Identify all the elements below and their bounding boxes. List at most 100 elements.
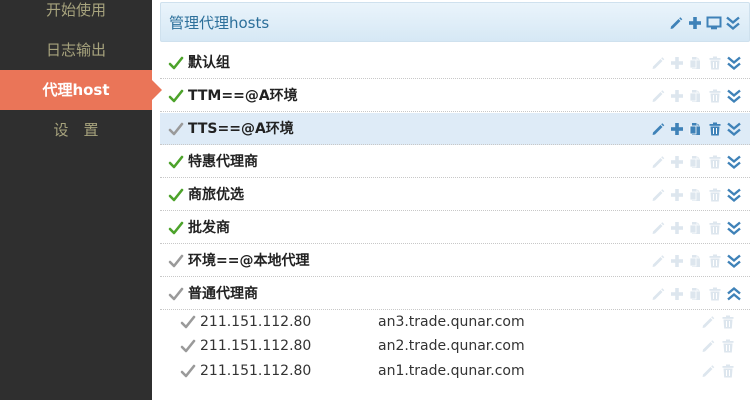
host-toolbar (700, 314, 736, 330)
plus-icon[interactable] (669, 220, 685, 236)
plus-icon[interactable] (687, 15, 703, 31)
header-toolbar (668, 15, 741, 31)
chevron-double-up-icon[interactable] (726, 286, 742, 302)
chevron-double-down-icon[interactable] (726, 88, 742, 104)
copy-icon[interactable] (688, 88, 704, 104)
trash-icon[interactable] (707, 220, 723, 236)
host-group-row[interactable]: 环境==@本地代理 (160, 245, 750, 277)
check-icon[interactable] (168, 220, 184, 236)
chevron-double-down-icon[interactable] (725, 15, 741, 31)
copy-icon[interactable] (688, 253, 704, 269)
pencil-icon[interactable] (650, 286, 666, 302)
trash-icon[interactable] (707, 88, 723, 104)
host-group-row[interactable]: 批发商 (160, 212, 750, 244)
trash-icon[interactable] (707, 286, 723, 302)
pencil-icon[interactable] (650, 88, 666, 104)
sidebar-item-log[interactable]: 日志输出 (0, 30, 152, 70)
host-entry-row[interactable]: 211.151.112.80 an3.trade.qunar.com (160, 310, 750, 334)
trash-icon[interactable] (720, 363, 736, 379)
check-icon[interactable] (168, 286, 184, 302)
chevron-double-down-icon[interactable] (726, 253, 742, 269)
pencil-icon[interactable] (650, 220, 666, 236)
trash-icon[interactable] (720, 338, 736, 354)
trash-icon[interactable] (707, 253, 723, 269)
plus-icon[interactable] (669, 253, 685, 269)
copy-icon[interactable] (688, 187, 704, 203)
group-toolbar (650, 88, 742, 104)
chevron-double-down-icon[interactable] (726, 220, 742, 236)
check-icon[interactable] (168, 55, 184, 71)
main-panel: 管理代理hosts 默认组 TTM==@A环境 TTS==@A环境 特惠代理商商旅优选… (160, 0, 750, 400)
check-icon[interactable] (168, 187, 184, 203)
copy-icon[interactable] (688, 121, 704, 137)
host-group-row[interactable]: TTM==@A环境 (160, 80, 750, 112)
group-name: TTS==@A环境 (188, 121, 294, 137)
pencil-icon[interactable] (700, 363, 716, 379)
group-toolbar (650, 220, 742, 236)
check-icon[interactable] (168, 253, 184, 269)
monitor-icon[interactable] (706, 15, 722, 31)
check-icon[interactable] (168, 88, 184, 104)
group-toolbar (650, 286, 742, 302)
host-group-row[interactable]: 普通代理商 (160, 278, 750, 310)
pencil-icon[interactable] (650, 121, 666, 137)
group-toolbar (650, 253, 742, 269)
pencil-icon[interactable] (700, 338, 716, 354)
host-domain: an3.trade.qunar.com (378, 314, 525, 330)
chevron-double-down-icon[interactable] (726, 121, 742, 137)
host-group-row[interactable]: 特惠代理商 (160, 146, 750, 178)
check-icon[interactable] (180, 363, 196, 379)
copy-icon[interactable] (688, 55, 704, 71)
copy-icon[interactable] (688, 154, 704, 170)
plus-icon[interactable] (669, 88, 685, 104)
host-group-row[interactable]: 商旅优选 (160, 179, 750, 211)
host-group-row[interactable]: TTS==@A环境 (160, 113, 750, 145)
chevron-double-down-icon[interactable] (726, 154, 742, 170)
host-group-row[interactable]: 默认组 (160, 47, 750, 79)
plus-icon[interactable] (669, 55, 685, 71)
panel-header: 管理代理hosts (160, 2, 750, 42)
pencil-icon[interactable] (668, 15, 684, 31)
group-name: 特惠代理商 (188, 154, 258, 170)
group-name: 默认组 (188, 55, 230, 71)
plus-icon[interactable] (669, 286, 685, 302)
plus-icon[interactable] (669, 187, 685, 203)
group-name: 批发商 (188, 220, 230, 236)
group-name: TTM==@A环境 (188, 88, 298, 104)
pencil-icon[interactable] (650, 55, 666, 71)
check-icon[interactable] (180, 338, 196, 354)
copy-icon[interactable] (688, 220, 704, 236)
host-entry-row[interactable]: 211.151.112.80 an2.trade.qunar.com (160, 334, 750, 358)
host-ip: 211.151.112.80 (200, 338, 312, 354)
plus-icon[interactable] (669, 154, 685, 170)
app-window: 开始使用 日志输出 代理host 设 置 管理代理hosts 默认组 TTM==@… (0, 0, 755, 400)
group-toolbar (650, 187, 742, 203)
trash-icon[interactable] (720, 314, 736, 330)
host-ip: 211.151.112.80 (200, 363, 312, 379)
check-icon[interactable] (180, 314, 196, 330)
chevron-double-down-icon[interactable] (726, 187, 742, 203)
check-icon[interactable] (168, 154, 184, 170)
trash-icon[interactable] (707, 121, 723, 137)
sidebar-item-settings[interactable]: 设 置 (0, 110, 152, 150)
chevron-double-down-icon[interactable] (726, 55, 742, 71)
pencil-icon[interactable] (650, 154, 666, 170)
group-toolbar (650, 121, 742, 137)
check-icon[interactable] (168, 121, 184, 137)
group-name: 商旅优选 (188, 187, 244, 203)
trash-icon[interactable] (707, 55, 723, 71)
copy-icon[interactable] (688, 286, 704, 302)
plus-icon[interactable] (669, 121, 685, 137)
host-ip: 211.151.112.80 (200, 314, 312, 330)
pencil-icon[interactable] (700, 314, 716, 330)
host-domain: an2.trade.qunar.com (378, 338, 525, 354)
sidebar-item-proxy-host[interactable]: 代理host (0, 70, 162, 110)
trash-icon[interactable] (707, 154, 723, 170)
pencil-icon[interactable] (650, 187, 666, 203)
trash-icon[interactable] (707, 187, 723, 203)
sidebar-item-start[interactable]: 开始使用 (0, 0, 152, 30)
host-toolbar (700, 363, 736, 379)
pencil-icon[interactable] (650, 253, 666, 269)
host-entry-row[interactable]: 211.151.112.80 an1.trade.qunar.com (160, 359, 750, 383)
group-toolbar (650, 154, 742, 170)
